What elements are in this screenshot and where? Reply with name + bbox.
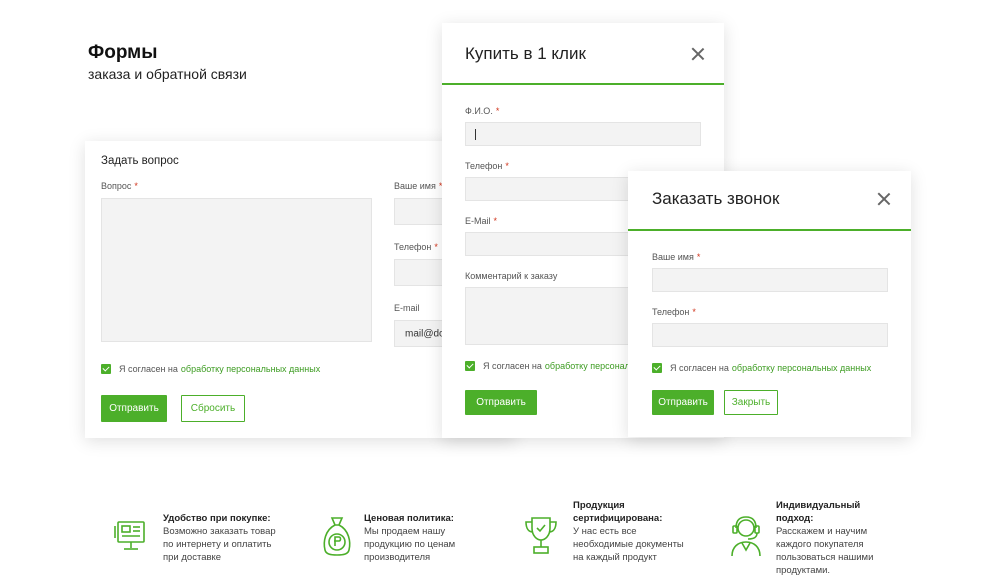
modal-title: Заказать звонок (652, 189, 780, 208)
feature-text: Расскажем и научим каждого покупателя по… (776, 526, 874, 576)
email-label: E-Mail * (465, 216, 498, 226)
phone-label: Телефон * (465, 161, 509, 171)
consent-row: Я согласен на обработку персональных дан… (652, 363, 871, 373)
feature-title: Ценовая политика: (364, 513, 454, 524)
name-label: Ваше имя * (652, 252, 701, 262)
feature-title: Удобство при покупке: (163, 513, 271, 524)
name-input[interactable] (652, 268, 888, 292)
consent-checkbox[interactable] (101, 364, 111, 374)
computer-icon (114, 521, 145, 550)
reset-button[interactable]: Сбросить (181, 395, 245, 422)
feature-title: Индивидуальный подход: (776, 500, 861, 524)
feature-title: Продукция сертифицирована: (573, 500, 663, 524)
support-operator-icon (731, 516, 761, 557)
close-button[interactable]: Закрыть (724, 390, 778, 415)
order-call-modal: Заказать звонок Ваше имя * Телефон * Я сог… (628, 171, 911, 437)
money-bag-icon (323, 517, 351, 556)
consent-checkbox[interactable] (652, 363, 662, 373)
consent-text: Я согласен на (483, 361, 542, 371)
close-icon[interactable] (877, 192, 891, 206)
modal-divider (442, 83, 724, 85)
submit-button[interactable]: Отправить (652, 390, 714, 415)
text-cursor (475, 129, 476, 140)
close-icon[interactable] (691, 47, 705, 61)
consent-text: Я согласен на (119, 364, 178, 374)
consent-checkbox[interactable] (465, 361, 475, 371)
submit-button[interactable]: Отправить (101, 395, 167, 422)
phone-label: Телефон * (394, 242, 438, 252)
email-value: mail@do (405, 328, 445, 339)
modal-divider (628, 229, 911, 231)
comment-label: Комментарий к заказу (465, 271, 558, 281)
email-label: E-mail (394, 303, 420, 313)
phone-input[interactable] (652, 323, 888, 347)
fio-input[interactable] (465, 122, 701, 146)
submit-button[interactable]: Отправить (465, 390, 537, 415)
name-label: Ваше имя * (394, 181, 443, 191)
form-title: Задать вопрос (101, 155, 179, 167)
question-textarea[interactable] (101, 198, 372, 342)
page-subtitle: заказа и обратной связи (88, 66, 247, 82)
modal-title: Купить в 1 клик (465, 44, 586, 63)
page-title: Формы (88, 42, 158, 63)
consent-link[interactable]: обработку персональных данных (181, 364, 320, 374)
phone-label: Телефон * (652, 307, 696, 317)
feature-text: Возможно заказать товар по интернету и о… (163, 526, 276, 563)
consent-link[interactable]: обработку персональ (545, 361, 635, 371)
trophy-icon (525, 517, 557, 554)
question-label: Вопрос * (101, 181, 138, 191)
feature-text: Мы продаем нашу продукцию по ценам произ… (364, 526, 456, 563)
consent-text: Я согласен на (670, 363, 729, 373)
consent-link[interactable]: обработку персональных данных (732, 363, 871, 373)
consent-row: Я согласен на обработку персональных дан… (101, 364, 320, 374)
fio-label: Ф.И.О. * (465, 106, 500, 116)
feature-text: У нас есть все необходимые документы на … (573, 526, 684, 563)
consent-row: Я согласен на обработку персональ (465, 361, 635, 371)
